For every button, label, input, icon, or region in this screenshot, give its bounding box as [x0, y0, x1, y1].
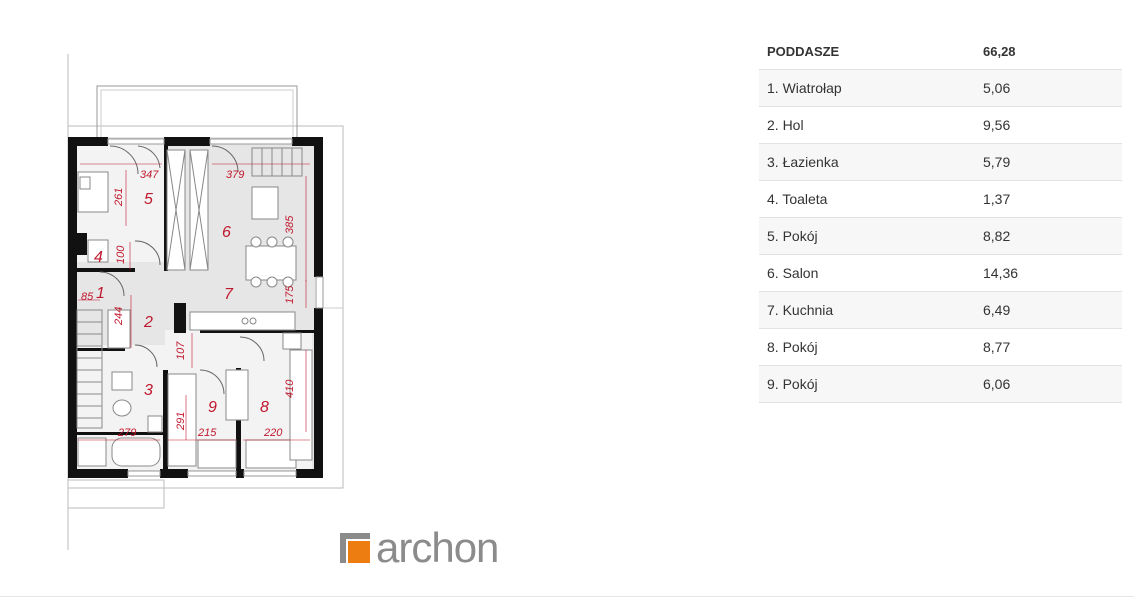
table-row: 6. Salon 14,36: [759, 254, 1122, 292]
dimension-175: 175: [284, 285, 296, 304]
dimension-100: 100: [115, 245, 127, 264]
table-row: 4. Toaleta 1,37: [759, 180, 1122, 218]
room-area: 5,06: [975, 69, 1122, 107]
balcony: [96, 85, 298, 139]
dimension-379: 379: [226, 169, 244, 181]
dimension-279: 279: [117, 427, 136, 439]
table-row: 3. Łazienka 5,79: [759, 143, 1122, 181]
table-row: 2. Hol 9,56: [759, 106, 1122, 144]
room-number-4: 4: [94, 249, 103, 266]
room-name: 2. Hol: [759, 106, 975, 144]
dimension-410: 410: [284, 379, 296, 398]
room-number-6: 6: [222, 224, 231, 241]
room-area: 8,77: [975, 328, 1122, 366]
dimension-291: 291: [175, 412, 187, 431]
room-area: 5,79: [975, 143, 1122, 181]
room-area: 6,49: [975, 291, 1122, 329]
dimension-107: 107: [175, 341, 187, 360]
room-name: 6. Salon: [759, 254, 975, 292]
table-row: 5. Pokój 8,82: [759, 217, 1122, 255]
floor-plan-drawing: 1 2 3 4 5 6 7 8 9 347 379 261 385 100 85…: [67, 54, 344, 550]
room-area: 8,82: [975, 217, 1122, 255]
room-number-7: 7: [224, 286, 234, 303]
dimension-347: 347: [140, 169, 159, 181]
dimension-85: 85: [81, 291, 94, 303]
room-name: 4. Toaleta: [759, 180, 975, 218]
room-name: 3. Łazienka: [759, 143, 975, 181]
area-table: PODDASZE 66,28 1. Wiatrołap 5,06 2. Hol …: [759, 33, 1122, 403]
brand-name: archon: [376, 524, 499, 571]
dimension-244: 244: [113, 307, 125, 326]
archon-logo-mark-icon: [340, 533, 370, 563]
floor-plan: 1 2 3 4 5 6 7 8 9 347 379 261 385 100 85…: [0, 0, 700, 601]
room-number-1: 1: [96, 285, 105, 302]
archon-logo: archon: [340, 524, 499, 571]
floor-total-area: 66,28: [975, 33, 1122, 70]
divider: [0, 596, 1134, 597]
dimension-220: 220: [263, 427, 283, 439]
room-name: 8. Pokój: [759, 328, 975, 366]
room-number-2: 2: [143, 314, 153, 331]
room-number-3: 3: [144, 382, 153, 399]
room-area: 14,36: [975, 254, 1122, 292]
room-name: 1. Wiatrołap: [759, 69, 975, 107]
dimension-215: 215: [197, 427, 217, 439]
room-name: 7. Kuchnia: [759, 291, 975, 329]
table-row: 7. Kuchnia 6,49: [759, 291, 1122, 329]
room-name: 9. Pokój: [759, 365, 975, 403]
dimension-385: 385: [284, 215, 296, 234]
room-area: 6,06: [975, 365, 1122, 403]
room-number-5: 5: [144, 191, 153, 208]
room-number-8: 8: [260, 399, 269, 416]
area-table-header: PODDASZE 66,28: [759, 33, 1122, 70]
room-name: 5. Pokój: [759, 217, 975, 255]
table-row: 1. Wiatrołap 5,06: [759, 69, 1122, 107]
room-area: 9,56: [975, 106, 1122, 144]
room-area: 1,37: [975, 180, 1122, 218]
floor-name: PODDASZE: [759, 33, 975, 70]
room-number-9: 9: [208, 399, 217, 416]
table-row: 9. Pokój 6,06: [759, 365, 1122, 403]
table-row: 8. Pokój 8,77: [759, 328, 1122, 366]
dimension-261: 261: [113, 188, 125, 207]
